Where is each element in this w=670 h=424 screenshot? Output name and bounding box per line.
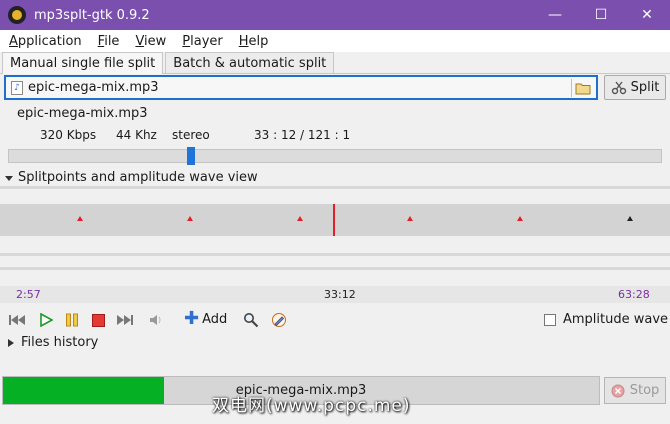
close-button[interactable]: ✕ <box>624 0 670 30</box>
plus-icon: ✚ <box>184 308 200 329</box>
expander-open-icon <box>5 175 13 181</box>
window-title: mp3splt-gtk 0.9.2 <box>34 7 150 23</box>
expander-closed-icon <box>8 338 14 347</box>
app-icon <box>8 6 26 24</box>
add-splitpoint-button[interactable]: ✚ Add <box>184 310 227 328</box>
splitpoint-marker[interactable] <box>187 216 193 221</box>
wave-divider <box>0 186 670 189</box>
amplitude-wave-toggle[interactable]: Amplitude wave <box>544 312 668 327</box>
watermark-text: 双电网(www.pcpc.me) <box>212 396 411 416</box>
edit-icon <box>272 313 286 327</box>
pause-button[interactable] <box>62 310 82 330</box>
track-name: epic-mega-mix.mp3 <box>17 106 148 121</box>
minimize-button[interactable]: — <box>532 0 578 30</box>
track-bitrate: 320 Kbps <box>40 128 97 142</box>
zoom-button[interactable] <box>241 310 261 330</box>
wave-view-label: Splitpoints and amplitude wave view <box>18 170 258 185</box>
timeline: 2:57 33:12 63:28 <box>0 286 670 303</box>
play-button[interactable] <box>36 310 56 330</box>
previous-button[interactable] <box>8 310 28 330</box>
wave-view-expander[interactable]: Splitpoints and amplitude wave view <box>5 170 258 185</box>
pause-icon <box>66 313 78 327</box>
file-row: ♪ epic-mega-mix.mp3 Split <box>4 75 666 101</box>
splitpoints-band[interactable] <box>0 204 670 236</box>
files-history-label: Files history <box>21 335 99 350</box>
file-input-value: epic-mega-mix.mp3 <box>28 80 159 95</box>
menu-help[interactable]: Help <box>229 34 275 49</box>
browse-folder-button[interactable] <box>571 79 593 97</box>
time-current: 33:12 <box>324 288 356 301</box>
splitpoint-marker[interactable] <box>77 216 83 221</box>
splitpoint-marker[interactable] <box>297 216 303 221</box>
position-slider-thumb[interactable] <box>187 147 195 165</box>
stop-circle-icon <box>611 384 625 397</box>
edit-splitpoint-button[interactable] <box>269 310 289 330</box>
stop-playback-button[interactable] <box>88 310 108 330</box>
skip-forward-icon <box>117 315 133 325</box>
stop-split-button[interactable]: Stop <box>604 377 666 404</box>
next-button[interactable] <box>114 310 134 330</box>
menu-player[interactable]: Player <box>172 34 228 49</box>
skip-back-icon <box>9 315 25 325</box>
splitpoint-marker[interactable] <box>627 216 633 221</box>
audio-file-icon: ♪ <box>11 80 23 95</box>
menu-application[interactable]: Application <box>0 34 88 49</box>
track-frequency: 44 Khz <box>116 128 157 142</box>
amplitude-wave-label: Amplitude wave <box>563 312 669 327</box>
amplitude-wave-checkbox[interactable] <box>544 313 556 326</box>
menu-view[interactable]: View <box>125 34 172 49</box>
window-controls: — ☐ ✕ <box>532 0 670 30</box>
track-time: 33 : 12 / 121 : 1 <box>254 128 351 142</box>
file-input[interactable]: ♪ epic-mega-mix.mp3 <box>4 75 598 100</box>
tab-manual-split[interactable]: Manual single file split <box>2 52 164 74</box>
wave-view[interactable] <box>0 186 670 302</box>
time-end: 63:28 <box>618 288 650 301</box>
playback-cursor <box>333 204 335 236</box>
volume-button[interactable] <box>146 310 166 330</box>
menu-file[interactable]: File <box>88 34 126 49</box>
maximize-button[interactable]: ☐ <box>578 0 624 30</box>
splitpoint-marker[interactable] <box>407 216 413 221</box>
speaker-icon <box>150 315 161 325</box>
magnifier-icon <box>244 313 259 328</box>
position-slider[interactable] <box>8 147 662 165</box>
time-start: 2:57 <box>16 288 41 301</box>
title-bar: mp3splt-gtk 0.9.2 — ☐ ✕ <box>0 0 670 30</box>
files-history-expander[interactable]: Files history <box>8 335 98 350</box>
split-button-label: Split <box>630 80 660 95</box>
splitpoint-marker[interactable] <box>517 216 523 221</box>
split-icon <box>611 81 626 94</box>
stop-icon <box>91 313 105 327</box>
wave-divider <box>0 253 670 256</box>
split-button[interactable]: Split <box>604 75 666 100</box>
player-controls: ✚ Add Amplitude wave <box>0 308 670 332</box>
track-mode: stereo <box>172 128 210 142</box>
wave-divider <box>0 267 670 270</box>
tab-batch-split[interactable]: Batch & automatic split <box>165 52 335 73</box>
add-button-label: Add <box>202 311 228 327</box>
stop-button-label: Stop <box>629 383 660 398</box>
folder-icon <box>575 83 590 94</box>
play-icon <box>40 313 53 327</box>
tab-strip: Manual single file split Batch & automat… <box>0 52 670 74</box>
menu-bar: Application File View Player Help <box>0 30 670 52</box>
